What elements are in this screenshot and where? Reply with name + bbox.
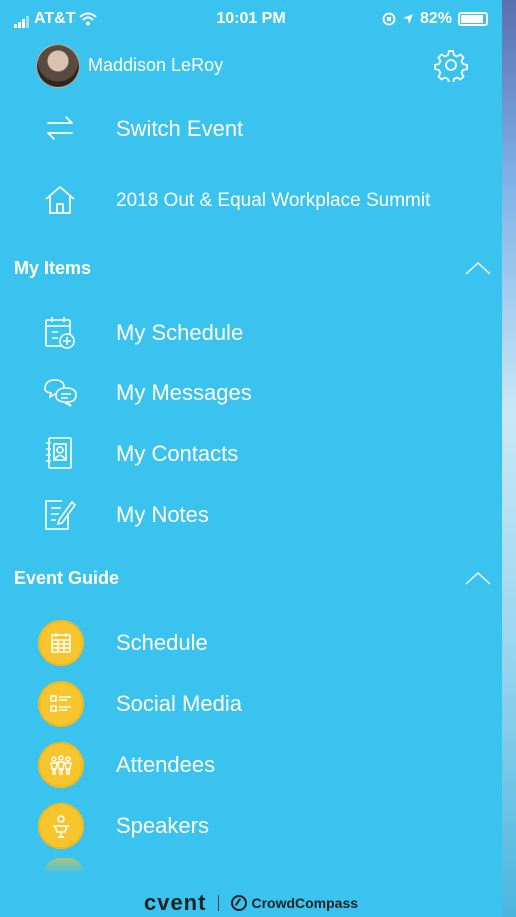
battery-percent: 82% <box>419 10 452 27</box>
attendees-icon-badge <box>38 742 84 788</box>
switch-event-item[interactable]: Switch Event <box>0 100 502 156</box>
switch-arrows-icon <box>47 116 73 140</box>
side-menu: AT&T 10:01 PM 82% Maddison LeRoy Switch … <box>0 0 516 917</box>
contact-book-icon <box>46 437 72 469</box>
speakers-item[interactable]: Speakers <box>0 797 502 853</box>
status-right: 82% <box>382 10 488 28</box>
avatar[interactable] <box>36 44 80 88</box>
my-contacts-label: My Contacts <box>116 441 239 466</box>
my-notes-label: My Notes <box>116 502 209 527</box>
my-schedule-item[interactable]: My Schedule <box>0 304 502 360</box>
my-messages-item[interactable]: My Messages <box>0 364 502 420</box>
battery-icon <box>458 12 488 26</box>
people-icon <box>50 755 72 775</box>
my-schedule-label: My Schedule <box>116 320 244 345</box>
my-items-header[interactable]: My Items <box>0 248 502 288</box>
compass-icon <box>231 894 248 911</box>
my-notes-item[interactable]: My Notes <box>0 486 502 542</box>
my-items-title: My Items <box>14 258 92 278</box>
crowdcompass-logo: CrowdCompass <box>231 894 359 911</box>
note-edit-icon <box>45 500 77 530</box>
calendar-grid-icon <box>51 633 71 653</box>
switch-event-label: Switch Event <box>116 116 244 141</box>
chevron-up-icon[interactable] <box>464 260 492 276</box>
status-bar: AT&T 10:01 PM 82% <box>0 0 502 36</box>
event-guide-header[interactable]: Event Guide <box>0 558 502 598</box>
calendar-add-icon <box>45 317 75 349</box>
my-contacts-item[interactable]: My Contacts <box>0 425 502 481</box>
crowdcompass-label: CrowdCompass <box>251 894 359 911</box>
current-event-label: 2018 Out & Equal Workplace Summit <box>116 190 431 211</box>
social-media-icon-badge <box>38 681 84 727</box>
cvent-logo: cvent <box>143 889 207 915</box>
location-icon <box>402 14 413 24</box>
profile-header[interactable]: Maddison LeRoy <box>0 36 502 92</box>
chevron-up-icon[interactable] <box>464 570 492 586</box>
social-media-item[interactable]: Social Media <box>0 675 502 731</box>
footer-divider <box>218 894 220 911</box>
schedule-label: Schedule <box>116 630 208 655</box>
speakers-label: Speakers <box>116 813 209 838</box>
list-icon <box>50 695 71 712</box>
footer-branding: cvent CrowdCompass <box>0 888 502 917</box>
attendees-label: Attendees <box>116 752 216 777</box>
event-guide-title: Event Guide <box>14 568 120 588</box>
rotation-lock-icon <box>382 12 396 26</box>
current-event-item[interactable]: 2018 Out & Equal Workplace Summit <box>0 172 502 228</box>
background-app-edge <box>502 0 516 917</box>
home-icon <box>45 186 75 214</box>
schedule-icon-badge <box>38 620 84 666</box>
attendees-item[interactable]: Attendees <box>0 736 502 792</box>
social-media-label: Social Media <box>116 691 242 716</box>
speaker-podium-icon <box>53 815 69 838</box>
user-name[interactable]: Maddison LeRoy <box>88 55 223 76</box>
speakers-icon-badge <box>38 803 84 849</box>
schedule-item[interactable]: Schedule <box>0 614 502 670</box>
my-messages-label: My Messages <box>116 380 252 405</box>
partial-next-item-icon <box>44 858 84 874</box>
gear-icon[interactable] <box>434 48 468 82</box>
chat-bubbles-icon <box>44 379 77 407</box>
